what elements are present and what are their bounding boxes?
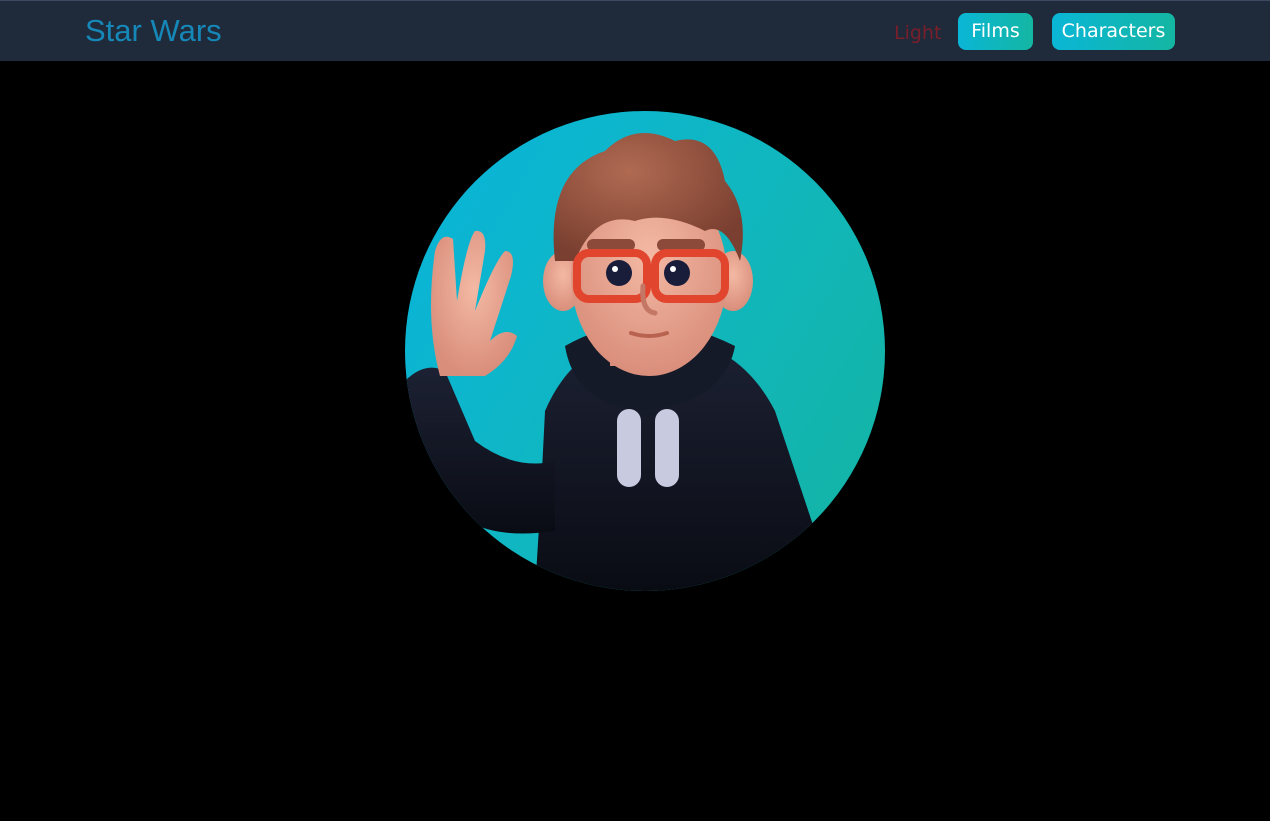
characters-button[interactable]: Characters [1052,13,1175,50]
films-button[interactable]: Films [958,13,1033,50]
avatar-illustration [405,133,815,591]
brand-logo-link[interactable]: Star Wars [85,13,222,49]
theme-toggle-button[interactable]: Light [894,20,941,46]
hero-avatar-circle [405,111,885,591]
top-navbar: Star Wars Light Films Characters [0,0,1270,61]
